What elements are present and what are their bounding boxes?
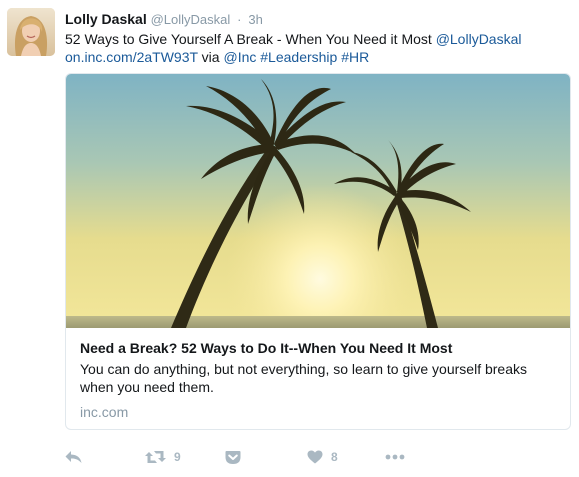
like-button[interactable]: 8 (307, 448, 338, 466)
mention-lollydaskal[interactable]: @LollyDaskal (436, 31, 522, 47)
card-body: Need a Break? 52 Ways to Do It--When You… (80, 339, 558, 421)
header-separator: · (237, 12, 242, 27)
mention-inc[interactable]: @Inc (223, 49, 256, 65)
author-handle[interactable]: @LollyDaskal (151, 12, 231, 27)
card-domain[interactable]: inc.com (80, 403, 558, 421)
palm-trees-sunset-image (66, 74, 570, 328)
avatar-image (7, 8, 55, 56)
tweet[interactable]: Lolly Daskal @LollyDaskal · 3h 52 Ways t… (0, 0, 579, 477)
pocket-button[interactable] (225, 448, 241, 466)
retweet-icon (145, 451, 166, 463)
hashtag-hr[interactable]: #HR (341, 49, 369, 65)
retweet-button[interactable]: 9 (145, 448, 181, 466)
card-description: You can do anything, but not everything,… (80, 361, 527, 395)
heart-icon (307, 450, 323, 464)
card-title[interactable]: Need a Break? 52 Ways to Do It--When You… (80, 339, 558, 357)
hashtag-leadership[interactable]: #Leadership (260, 49, 337, 65)
author-name[interactable]: Lolly Daskal (65, 11, 147, 27)
tweet-link[interactable]: on.inc.com/2aTW93T (65, 49, 198, 65)
tweet-text: 52 Ways to Give Yourself A Break - When … (65, 30, 570, 66)
more-icon (385, 454, 405, 460)
tweet-header: Lolly Daskal @LollyDaskal · 3h (65, 10, 263, 28)
pocket-icon (225, 450, 241, 464)
more-button[interactable] (385, 448, 405, 466)
link-card[interactable]: Need a Break? 52 Ways to Do It--When You… (65, 73, 571, 430)
tweet-text-main: 52 Ways to Give Yourself A Break - When … (65, 31, 436, 47)
avatar[interactable] (7, 8, 55, 56)
reply-icon (65, 451, 82, 463)
card-image[interactable] (66, 74, 570, 328)
tweet-actions: 9 8 (65, 448, 425, 466)
like-count: 8 (331, 450, 338, 464)
tweet-text-via: via (197, 49, 224, 65)
retweet-count: 9 (174, 450, 181, 464)
reply-button[interactable] (65, 448, 82, 466)
timestamp[interactable]: 3h (248, 12, 262, 27)
